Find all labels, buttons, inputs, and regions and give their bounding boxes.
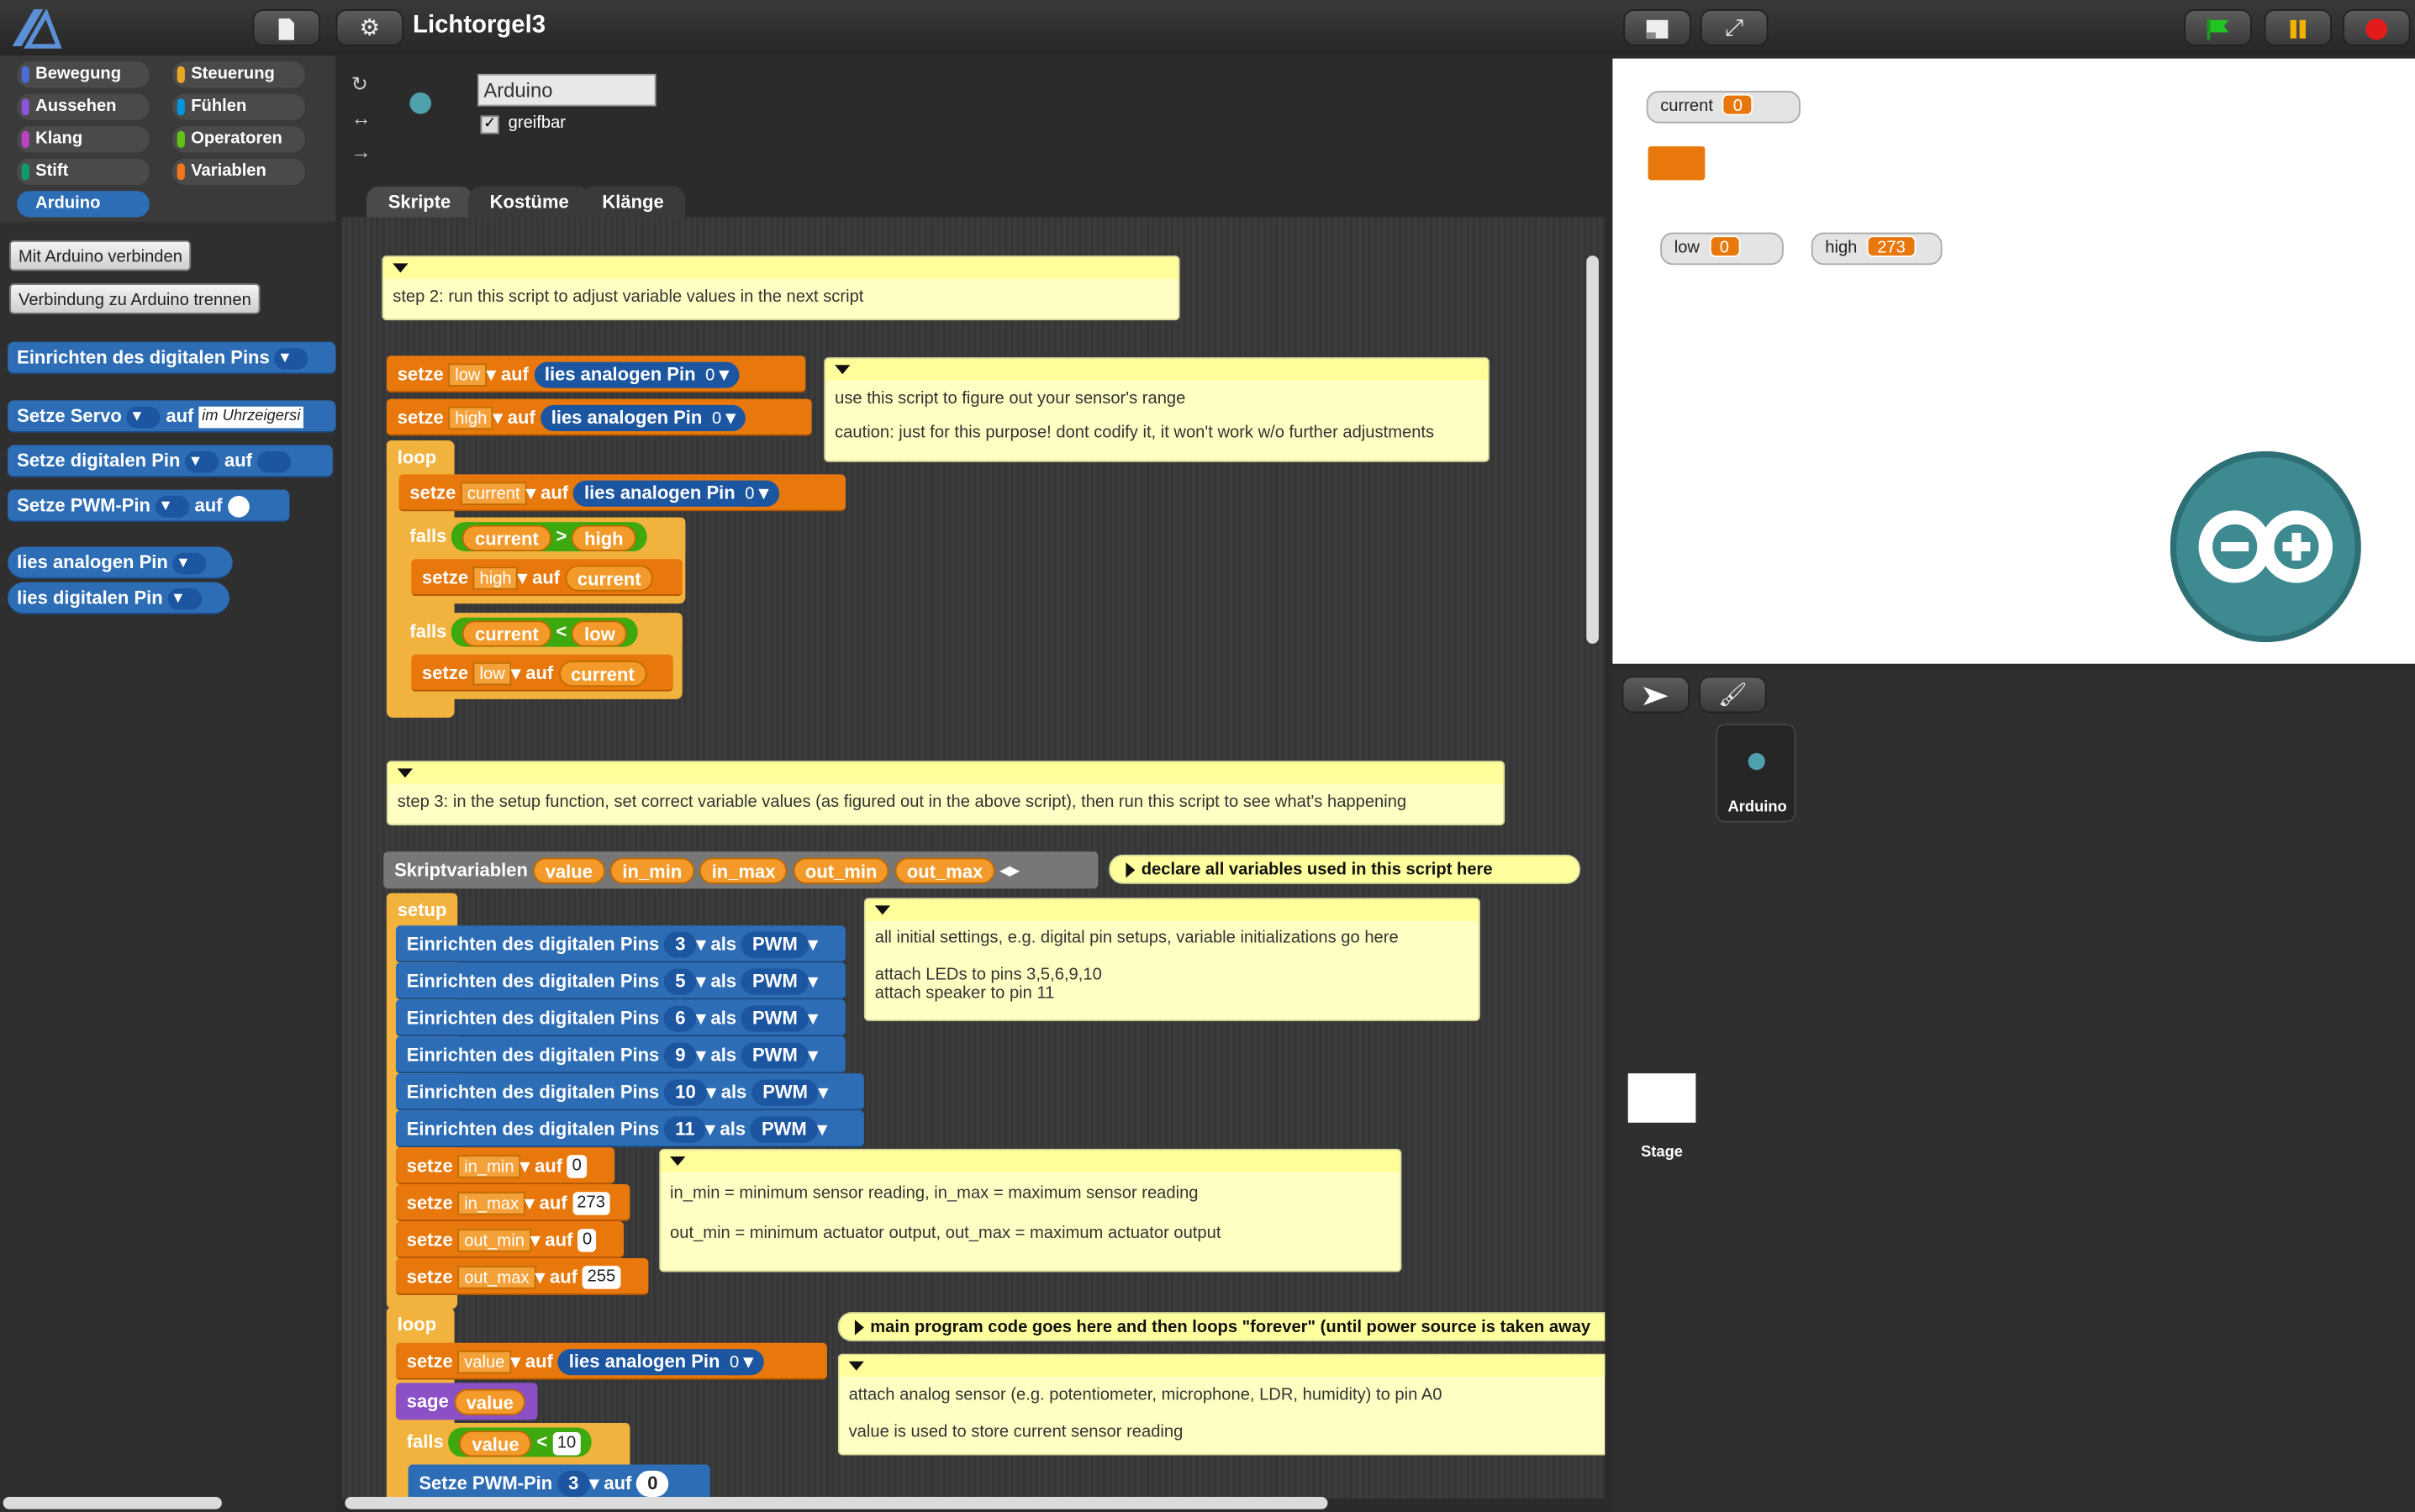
scripts-area[interactable]: step 2: run this script to adjust variab… (341, 217, 1606, 1499)
block-set-pwm-3[interactable]: Setze PWM-Pin 3 ▾ auf 0 (408, 1464, 710, 1499)
block-set-in-max[interactable]: setze in_max ▾ auf 273 (395, 1184, 630, 1222)
block-set-value[interactable]: setze value ▾ auf lies analogen Pin 0 ▾ (395, 1342, 827, 1380)
snap-app: ⚙ Lichtorgel3 ⤢ Bewegung Steuerung Ausse… (0, 0, 2415, 1512)
comment-setup[interactable]: all initial settings, e.g. digital pin s… (863, 898, 1480, 1021)
palette-block-setup-pin[interactable]: Einrichten des digitalen Pins ▾ (8, 341, 336, 375)
category-fuehlen[interactable]: Fühlen (172, 93, 305, 120)
category-steuerung[interactable]: Steuerung (172, 61, 305, 88)
draggable-checkbox[interactable]: ✓ (480, 115, 499, 134)
tab-kostueme[interactable]: Kostüme (468, 186, 591, 219)
loop-label-1: loop (386, 440, 451, 475)
block-setup-pin-5[interactable]: Einrichten des digitalen Pins 5 ▾ als PWM… (395, 962, 846, 1000)
comment-main[interactable]: main program code goes here and then loo… (837, 1312, 1606, 1341)
arrow-icon[interactable] (1621, 676, 1690, 714)
top-bar: ⚙ Lichtorgel3 ⤢ (0, 0, 2415, 55)
disconnect-arduino-button[interactable]: Verbindung zu Arduino trennen (8, 283, 261, 314)
green-flag-icon[interactable] (2184, 8, 2252, 46)
project-title: Lichtorgel3 (413, 12, 546, 39)
palette-block-set-digital-pin[interactable]: Setze digitalen Pin ▾ auf (8, 445, 333, 478)
category-stift[interactable]: Stift (17, 158, 150, 185)
comment-declare[interactable]: declare all variables used in this scrip… (1109, 854, 1580, 884)
sprite-corral: 🖌 Arduino Stage (1612, 668, 2415, 1512)
palette-block-read-digital[interactable]: lies digitalen Pin ▾ (8, 582, 230, 615)
fullscreen-icon[interactable]: ⤢ (1700, 8, 1769, 46)
stage-size-icon[interactable] (1623, 8, 1691, 46)
logo-icon[interactable] (6, 4, 65, 50)
block-set-high[interactable]: setze high ▾ auf lies analogen Pin 0 ▾ (386, 398, 812, 436)
file-icon[interactable] (252, 8, 321, 46)
if-header-gt: falls current > high (398, 517, 686, 555)
block-setup-pin-10[interactable]: Einrichten des digitalen Pins 10 ▾ als PW… (395, 1073, 864, 1111)
comment-minmax[interactable]: in_min = minimum sensor reading, in_max … (659, 1148, 1402, 1272)
rotation-style-icons[interactable]: ↻ ↔ → (351, 68, 372, 170)
category-selector: Bewegung Steuerung Aussehen Fühlen Klang… (0, 55, 336, 222)
tab-klaenge[interactable]: Klänge (580, 186, 686, 219)
sprite-name-input[interactable]: Arduino (477, 73, 656, 107)
main-loop-label: loop (386, 1307, 451, 1341)
palette-block-set-servo[interactable]: Setze Servo ▾ auf im Uhrzeigersi (8, 400, 336, 433)
category-aussehen[interactable]: Aussehen (17, 93, 150, 120)
block-setup-pin-11[interactable]: Einrichten des digitalen Pins 11 ▾ als PW… (395, 1110, 864, 1148)
comment-range[interactable]: use this script to figure out your senso… (824, 357, 1490, 462)
draggable-label: greifbar (508, 113, 566, 133)
pause-icon[interactable] (2264, 8, 2333, 46)
watcher-current[interactable]: current 0 (1646, 91, 1801, 124)
palette-block-read-analog[interactable]: lies analogen Pin ▾ (8, 546, 233, 579)
block-palette (0, 55, 336, 1512)
sprite-icon-arduino[interactable]: Arduino (1716, 724, 1796, 823)
comment-step3[interactable]: step 3: in the setup function, set corre… (386, 761, 1505, 826)
category-arduino[interactable]: Arduino (17, 191, 150, 218)
arduino-logo-icon[interactable] (2170, 450, 2361, 643)
block-set-out-min[interactable]: setze out_min ▾ auf 0 (395, 1221, 625, 1258)
orange-sprite[interactable] (1648, 146, 1706, 181)
block-set-in-min[interactable]: setze in_min ▾ auf 0 (395, 1147, 615, 1185)
stage-thumbnail[interactable] (1627, 1073, 1696, 1123)
palette-scrollbar[interactable] (3, 1496, 222, 1509)
category-klang[interactable]: Klang (17, 126, 150, 153)
stop-icon[interactable] (2342, 8, 2411, 46)
paintbrush-icon[interactable]: 🖌 (1699, 676, 1767, 714)
watcher-low[interactable]: low 0 (1660, 232, 1784, 266)
setup-label: setup (386, 893, 458, 928)
scripts-vertical-scrollbar[interactable] (1586, 256, 1599, 644)
palette-block-set-pwm-pin[interactable]: Setze PWM-Pin ▾ auf (8, 489, 290, 523)
block-setup-pin-6[interactable]: Einrichten des digitalen Pins 6 ▾ als PWM… (395, 999, 846, 1037)
category-bewegung[interactable]: Bewegung (17, 61, 150, 88)
category-operatoren[interactable]: Operatoren (172, 126, 305, 153)
arduino-sprite-icon (1748, 752, 1765, 771)
category-variablen[interactable]: Variablen (172, 158, 305, 185)
scripts-horizontal-scrollbar[interactable] (345, 1496, 1328, 1509)
sprite-thumbnail-icon (409, 92, 432, 114)
stage[interactable]: current 0 low 0 high 273 (1612, 58, 2415, 664)
block-set-low[interactable]: setze low ▾ auf lies analogen Pin 0 ▾ (386, 356, 806, 393)
if-header-value: falls value < 10 (395, 1423, 630, 1461)
gear-icon[interactable]: ⚙ (335, 8, 404, 46)
tab-skripte[interactable]: Skripte (366, 186, 472, 219)
block-set-out-max[interactable]: setze out_max ▾ auf 255 (395, 1257, 649, 1295)
block-say-value[interactable]: sage value (395, 1383, 538, 1420)
sprite-label: Arduino (1727, 798, 1787, 817)
block-set-high-current[interactable]: setze high ▾ auf current (411, 559, 683, 597)
block-setup-pin-9[interactable]: Einrichten des digitalen Pins 9 ▾ als PWM… (395, 1036, 846, 1074)
block-set-current[interactable]: setze current ▾ auf lies analogen Pin 0 ▾ (398, 474, 846, 512)
connect-arduino-button[interactable]: Mit Arduino verbinden (8, 240, 192, 271)
watcher-high[interactable]: high 273 (1811, 232, 1943, 266)
comment-sensor[interactable]: attach analog sensor (e.g. potentiometer… (837, 1353, 1606, 1456)
comment-step2[interactable]: step 2: run this script to adjust variab… (382, 256, 1180, 321)
block-set-low-current[interactable]: setze low ▾ auf current (411, 654, 673, 692)
block-script-variables[interactable]: Skriptvariablen value in_min in_max out_… (383, 851, 1099, 889)
block-setup-pin-3[interactable]: Einrichten des digitalen Pins 3 ▾ als PWM… (395, 925, 846, 963)
stage-label: Stage (1641, 1144, 1683, 1162)
if-header-lt: falls current < low (398, 613, 683, 651)
